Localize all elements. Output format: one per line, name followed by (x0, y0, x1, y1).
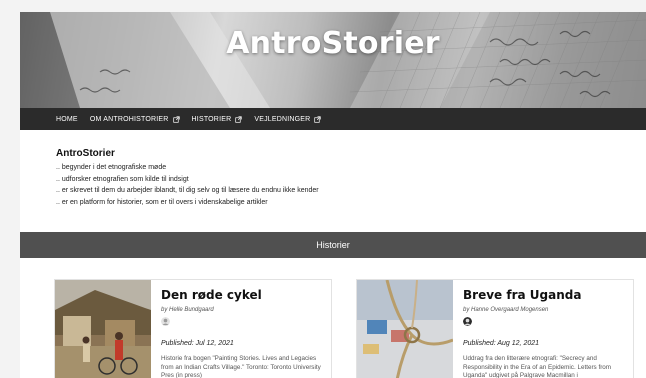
story-published-date: Published: Aug 12, 2021 (463, 340, 540, 347)
intro-line: .. begynder i det etnografiske møde (56, 164, 167, 171)
story-published-date: Published: Jul 12, 2021 (161, 340, 234, 347)
page: AntroStorier HOME OM ANTROHISTORIER HIST… (20, 12, 646, 378)
intro-section: AntroStorier .. begynder i det etnografi… (56, 148, 616, 208)
nav-item-label: OM ANTROHISTORIER (89, 115, 169, 123)
village-photo (55, 280, 151, 378)
story-author: by Helle Bundgaard (161, 307, 214, 313)
story-excerpt: Historie fra bogen "Painting Stories. Li… (161, 355, 321, 378)
external-link-icon (235, 115, 242, 123)
story-card[interactable]: Breve fra Uganda by Hanne Overgaard Moge… (356, 279, 634, 378)
hero-banner: AntroStorier (20, 12, 646, 108)
story-title[interactable]: Den røde cykel (161, 288, 327, 302)
intro-line: .. udforsker etnografien som kilde til i… (56, 175, 189, 183)
story-thumbnail[interactable] (55, 280, 151, 378)
intro-line: .. er skrevet til dem du arbejder ibland… (56, 187, 319, 194)
story-author: by Hanne Overgaard Mogensen (463, 307, 549, 313)
site-title[interactable]: AntroStorier (20, 26, 646, 61)
story-excerpt: Uddrag fra den litterære etnografi: "Sec… (463, 355, 612, 378)
nav-item-label: HOME (56, 115, 78, 123)
story-card-body: Den røde cykel by Helle Bundgaard Publis… (161, 288, 327, 378)
external-link-icon (172, 115, 180, 123)
nav-item-historier[interactable]: HISTORIER (192, 116, 243, 123)
story-card-body: Breve fra Uganda by Hanne Overgaard Moge… (463, 288, 629, 378)
nav-item-vejledninger[interactable]: VEJLEDNINGER (254, 115, 322, 123)
section-header-historier: Historier (20, 232, 646, 258)
story-thumbnail[interactable] (357, 280, 453, 378)
user-avatar-icon (463, 317, 472, 326)
story-title[interactable]: Breve fra Uganda (463, 288, 629, 302)
nav-item-label: HISTORIER (191, 115, 232, 123)
nav-item-om-antrohistorier[interactable]: OM ANTROHISTORIER (90, 116, 180, 123)
user-avatar-icon (161, 317, 170, 326)
rope-photo (357, 280, 453, 378)
external-link-icon (314, 115, 322, 123)
main-nav: HOME OM ANTROHISTORIER HISTORIER VEJLEDN… (20, 108, 646, 130)
nav-item-label: VEJLEDNINGER (254, 115, 311, 123)
intro-line: .. er en platform for historier, som er … (56, 198, 268, 206)
intro-title: AntroStorier (56, 148, 115, 159)
story-card[interactable]: Den røde cykel by Helle Bundgaard Publis… (54, 279, 332, 378)
nav-item-home[interactable]: HOME (56, 116, 78, 123)
